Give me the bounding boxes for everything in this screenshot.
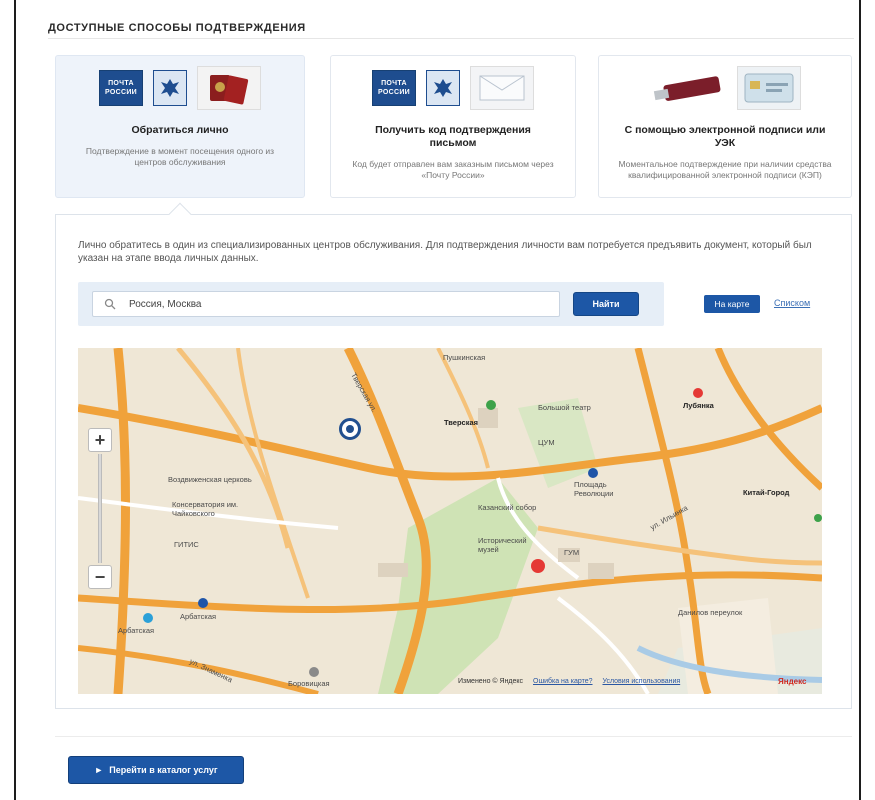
find-button[interactable]: Найти xyxy=(573,292,639,316)
location-marker-dot xyxy=(346,425,354,433)
map-label-kitay-gorod: Китай-Город xyxy=(743,488,790,497)
method-description: Моментальное подтверждение при наличии с… xyxy=(618,159,832,180)
method-description: Код будет отправлен вам заказным письмом… xyxy=(352,159,554,180)
footer-divider xyxy=(55,736,852,737)
map-label-kazansky-sobor: Казанский собор xyxy=(478,503,537,512)
map-label-danilovsky: Данилов переулок xyxy=(678,608,743,617)
map-label-gum: ГУМ xyxy=(564,548,580,557)
map-zoom-in-button[interactable]: + xyxy=(88,428,112,452)
method-title: Получить код подтверждения письмом xyxy=(375,124,531,149)
arrow-right-icon: ► xyxy=(94,765,104,775)
method-card-by-mail[interactable]: ПОЧТА РОССИИ Получить код подтверждения … xyxy=(330,55,576,198)
view-on-map-button[interactable]: На карте xyxy=(704,295,760,313)
map-error-link[interactable]: Ошибка на карте? xyxy=(533,678,593,685)
usb-token-icon xyxy=(649,66,727,110)
method-card-e-signature[interactable]: С помощью электронной подписи или УЭК Мо… xyxy=(598,55,852,198)
map-label-vozdvizhenka: Воздвиженская церковь xyxy=(168,475,252,484)
map-footer: Изменено © Яндекс Ошибка на карте? Услов… xyxy=(458,678,688,685)
section-divider xyxy=(48,38,854,39)
map-canvas xyxy=(78,348,822,694)
method-description: Подтверждение в момент посещения одного … xyxy=(85,146,275,167)
eagle-emblem-icon xyxy=(426,70,460,106)
intro-text: Лично обратитесь в один из специализиров… xyxy=(78,240,812,264)
map-zoom-out-button[interactable]: − xyxy=(88,565,112,589)
pochta-logo-text: ПОЧТА РОССИИ xyxy=(378,80,410,96)
card-icons: ПОЧТА РОССИИ xyxy=(56,62,304,114)
eagle-emblem-icon xyxy=(153,70,187,106)
map-label-istorichesky-muzey: Исторический музей xyxy=(478,536,527,554)
search-bar: Найти xyxy=(78,282,664,326)
passport-icon xyxy=(197,66,261,110)
map-label-tsum: ЦУМ xyxy=(538,438,555,447)
map-label-arbatskaya: Арбатская xyxy=(118,626,155,635)
map-label-arbatskaya-2: Арбатская xyxy=(180,612,217,621)
details-panel: Лично обратитесь в один из специализиров… xyxy=(55,214,852,709)
yandex-logo: Яндекс xyxy=(778,677,807,686)
method-title: Обратиться лично xyxy=(131,124,229,136)
card-icons: ПОЧТА РОССИИ xyxy=(331,62,575,114)
map-zoom-slider[interactable] xyxy=(98,454,102,563)
method-card-in-person[interactable]: ПОЧТА РОССИИ Обратиться лично Подтвержде… xyxy=(55,55,305,198)
map-label-lubyanka: Лубянка xyxy=(683,401,714,410)
map-label-borovitskaya: Боровицкая xyxy=(288,679,330,688)
pochta-logo-text: ПОЧТА РОССИИ xyxy=(105,80,137,96)
map-label-gitis: ГИТИС xyxy=(174,540,199,549)
catalog-button-label: Перейти в каталог услуг xyxy=(109,765,218,775)
section-title: ДОСТУПНЫЕ СПОСОБЫ ПОДТВЕРЖДЕНИЯ xyxy=(48,22,306,34)
map-label-bolshoy: Большой театр xyxy=(538,403,591,412)
location-marker-icon[interactable] xyxy=(339,418,361,440)
map-label-konservatoriya: Консерватория им. Чайковского xyxy=(172,500,239,518)
map-label-pushkinskaya: Пушкинская xyxy=(443,353,486,362)
view-as-list-link[interactable]: Списком xyxy=(774,298,810,308)
search-icon xyxy=(104,298,116,310)
search-input[interactable] xyxy=(92,291,560,317)
map-terms-link[interactable]: Условия использования xyxy=(602,678,680,685)
uek-card-icon xyxy=(737,66,801,110)
map-copyright: Изменено © Яндекс xyxy=(458,678,524,685)
catalog-button[interactable]: ► Перейти в каталог услуг xyxy=(68,756,244,784)
map-label-ploshchad-revolyutsii: Площадь Революции xyxy=(574,480,614,498)
card-icons xyxy=(599,62,851,114)
pochta-logo-icon: ПОЧТА РОССИИ xyxy=(99,70,143,106)
pochta-logo-icon: ПОЧТА РОССИИ xyxy=(372,70,416,106)
method-title: С помощью электронной подписи или УЭК xyxy=(624,124,826,149)
map-area[interactable]: Тверская Пушкинская Лубянка Площадь Рево… xyxy=(78,348,822,694)
envelope-icon xyxy=(470,66,534,110)
map-label-tverskaya: Тверская xyxy=(444,418,479,427)
